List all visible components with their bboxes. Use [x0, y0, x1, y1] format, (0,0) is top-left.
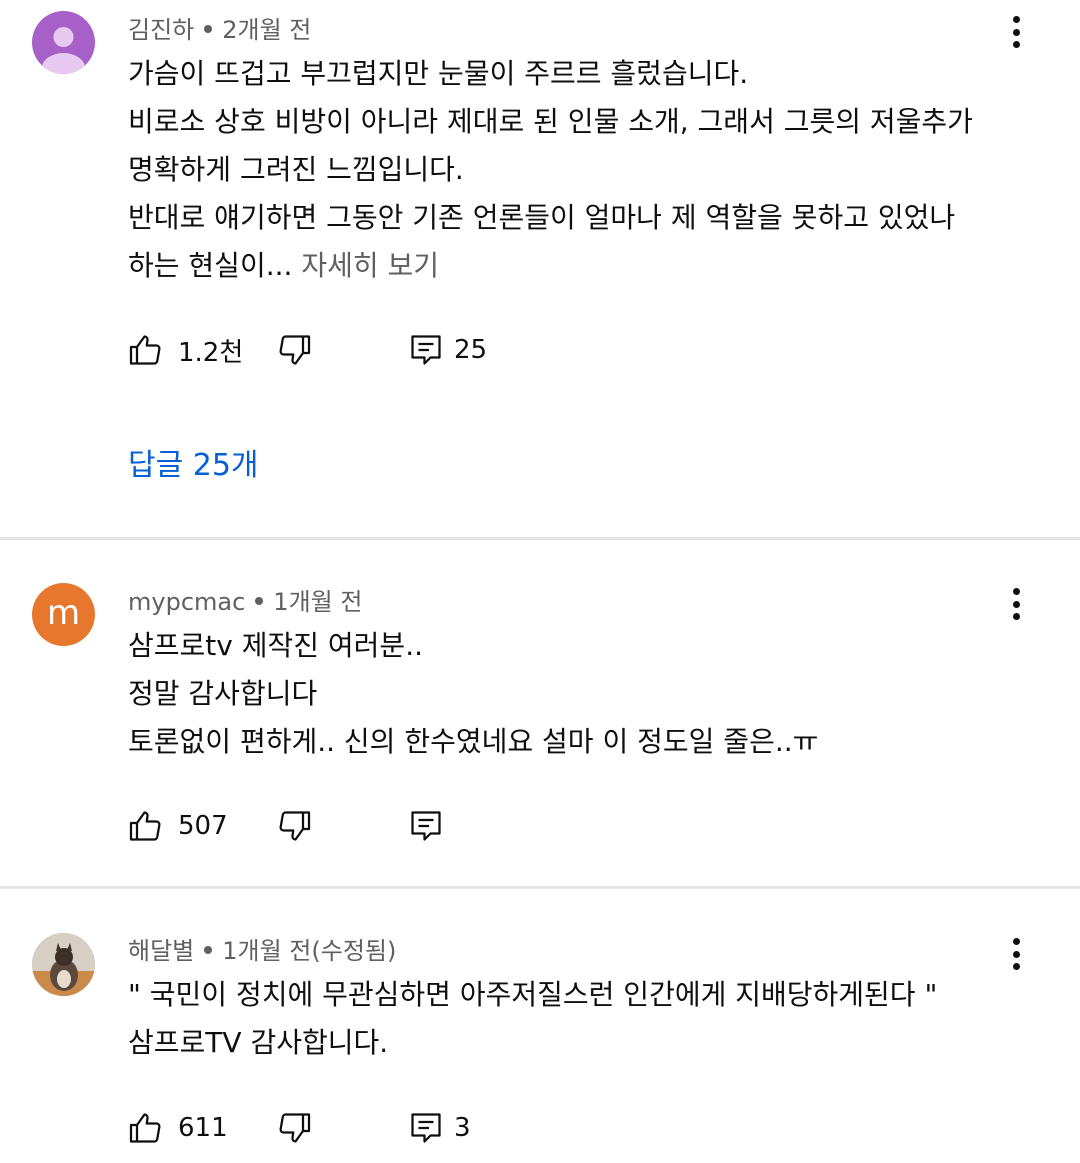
comment-time: 1개월 전 — [273, 588, 363, 616]
thumbs-up-icon — [129, 335, 161, 365]
comment-meta: 해달별 1개월 전(수정됨) — [128, 931, 396, 966]
comment-line: 하는 현실이... — [128, 249, 293, 282]
comment-line: 삼프로tv 제작진 여러분.. — [128, 629, 423, 662]
avatar[interactable] — [32, 11, 95, 74]
comment-meta: 김진하 2개월 전 — [128, 10, 311, 45]
dislike-button[interactable] — [276, 328, 312, 372]
like-count: 611 — [178, 1113, 228, 1143]
thumbs-down-icon — [279, 1113, 311, 1143]
comment-line: 비로소 상호 비방이 아니라 제대로 된 인물 소개, 그래서 그릇의 저울추가 — [128, 105, 973, 138]
dislike-button[interactable] — [276, 1106, 312, 1150]
more-vertical-icon — [1012, 938, 1020, 945]
comment-actions: 611 3 — [128, 1106, 728, 1150]
comment-line: 명확하게 그려진 느낌입니다. — [128, 153, 464, 186]
thumbs-down-icon — [279, 335, 311, 365]
avatar[interactable] — [32, 933, 95, 996]
reply-button[interactable]: 3 — [408, 1106, 471, 1150]
comment-time: 2개월 전 — [222, 16, 312, 44]
more-options-button[interactable] — [1000, 584, 1032, 624]
comment-reply-icon — [411, 811, 441, 841]
more-options-button[interactable] — [1000, 934, 1032, 974]
thumbs-down-icon — [279, 811, 311, 841]
reply-count: 25 — [454, 335, 488, 365]
comment-text: " 국민이 정치에 무관심하면 아주저질스런 인간에게 지배당하게된다 " 삼프… — [128, 971, 1048, 1067]
default-user-icon — [41, 27, 86, 74]
comment-actions: 507 — [128, 804, 728, 848]
comment-line: 가슴이 뜨겁고 부끄럽지만 눈물이 주르르 흘렀습니다. — [128, 57, 749, 90]
reply-count: 3 — [454, 1113, 471, 1143]
like-button[interactable]: 507 — [128, 804, 228, 848]
comment-line: " 국민이 정치에 무관심하면 아주저질스런 인간에게 지배당하게된다 " — [128, 978, 938, 1011]
comment-line: 토론없이 편하게.. 신의 한수였네요 설마 이 정도일 줄은..ㅠ — [128, 725, 819, 758]
comment-reply-icon — [411, 1113, 441, 1143]
dislike-button[interactable] — [276, 804, 312, 848]
comment-author[interactable]: mypcmac — [128, 588, 245, 616]
comment-time: 1개월 전(수정됨) — [222, 937, 397, 965]
thumbs-up-icon — [129, 1113, 161, 1143]
more-options-button[interactable] — [1000, 12, 1032, 52]
avatar[interactable]: m — [32, 583, 95, 646]
like-button[interactable]: 611 — [128, 1106, 228, 1150]
comment-author[interactable]: 해달별 — [128, 937, 194, 965]
separator-dot — [255, 597, 264, 605]
cat-photo-icon — [32, 933, 95, 996]
divider — [0, 537, 1080, 540]
like-count: 507 — [178, 811, 228, 841]
avatar-letter: m — [46, 592, 81, 633]
comment-text: 가슴이 뜨겁고 부끄럽지만 눈물이 주르르 흘렀습니다. 비로소 상호 비방이 … — [128, 50, 1048, 290]
comment-line: 정말 감사합니다 — [128, 677, 318, 710]
reply-button[interactable]: 25 — [408, 328, 487, 372]
comment-line: 반대로 얘기하면 그동안 기존 언론들이 얼마나 제 역할을 못하고 있었나 — [128, 201, 956, 234]
comment-actions: 1.2천 25 — [128, 328, 728, 372]
reply-button[interactable] — [408, 804, 444, 848]
more-vertical-icon — [1012, 588, 1020, 595]
like-button[interactable]: 1.2천 — [128, 328, 243, 372]
comment-reply-icon — [411, 335, 441, 365]
comment-meta: mypcmac 1개월 전 — [128, 582, 362, 617]
divider — [0, 886, 1080, 889]
thumbs-up-icon — [129, 811, 161, 841]
read-more-link[interactable]: 자세히 보기 — [301, 249, 439, 282]
comment-text: 삼프로tv 제작진 여러분.. 정말 감사합니다 토론없이 편하게.. 신의 한… — [128, 622, 1048, 766]
separator-dot — [204, 946, 213, 954]
like-count: 1.2천 — [178, 337, 244, 368]
view-replies-link[interactable]: 답글 25개 — [128, 440, 259, 484]
comment-author[interactable]: 김진하 — [128, 16, 194, 44]
more-vertical-icon — [1012, 16, 1020, 23]
separator-dot — [204, 25, 213, 33]
comment-line: 삼프로TV 감사합니다. — [128, 1026, 389, 1059]
